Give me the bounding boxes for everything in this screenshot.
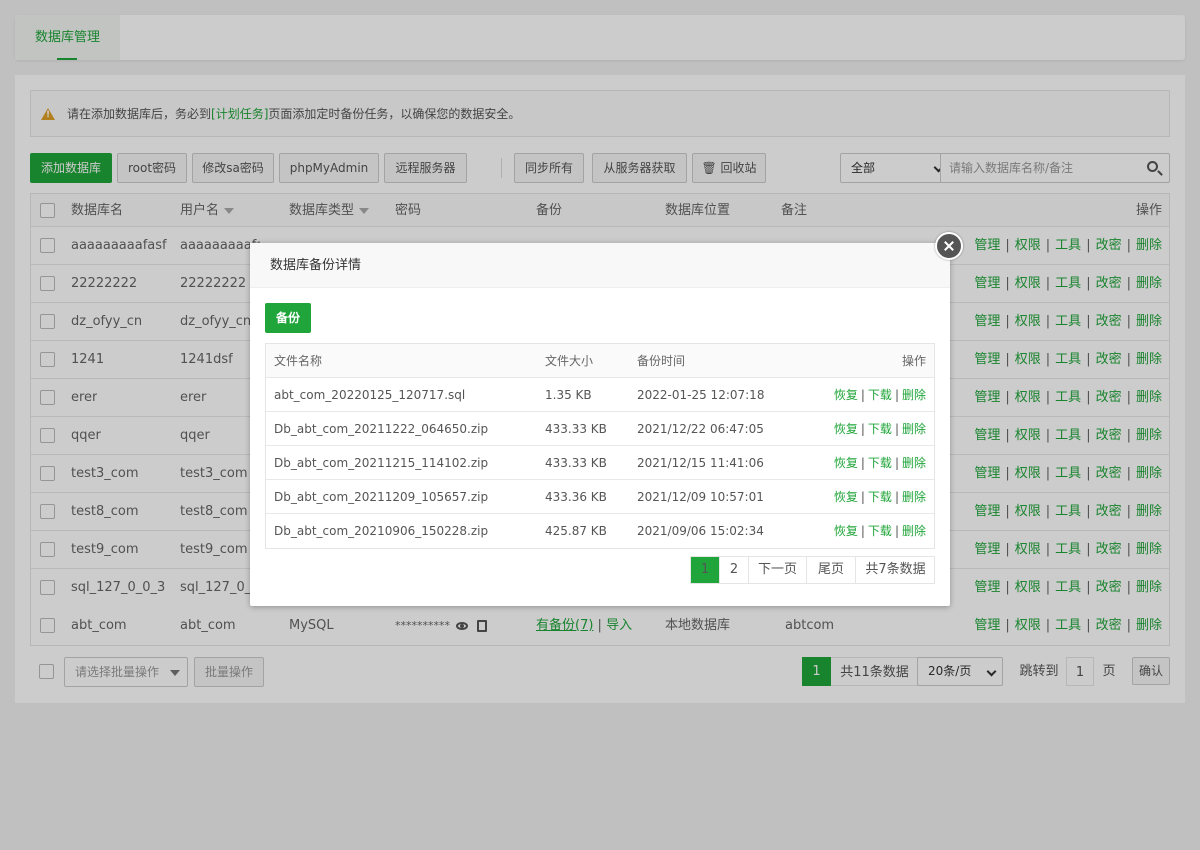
restore-link[interactable]: 恢复 bbox=[834, 388, 858, 402]
restore-link[interactable]: 恢复 bbox=[834, 524, 858, 538]
header-file-name: 文件名称 bbox=[274, 354, 323, 368]
modal-pagination: 1 2 下一页 尾页 共7条数据 bbox=[690, 556, 935, 584]
backup-row: Db_abt_com_20211215_114102.zip 433.33 KB 2… bbox=[266, 446, 934, 480]
next-page-button[interactable]: 下一页 bbox=[749, 557, 807, 583]
backup-row: Db_abt_com_20210906_150228.zip 425.87 KB 2… bbox=[266, 514, 934, 548]
backup-time: 2021/12/22 06:47:05 bbox=[637, 422, 764, 436]
restore-link[interactable]: 恢复 bbox=[834, 422, 858, 436]
delete-link[interactable]: 删除 bbox=[902, 456, 926, 470]
backup-file-name: Db_abt_com_20211222_064650.zip bbox=[274, 422, 489, 436]
delete-link[interactable]: 删除 bbox=[902, 524, 926, 538]
download-link[interactable]: 下载 bbox=[868, 422, 892, 436]
backup-file-name: abt_com_20220125_120717.sql bbox=[274, 388, 466, 402]
header-file-size: 文件大小 bbox=[545, 354, 594, 368]
delete-link[interactable]: 删除 bbox=[902, 388, 926, 402]
restore-link[interactable]: 恢复 bbox=[834, 456, 858, 470]
backup-button[interactable]: 备份 bbox=[265, 303, 311, 333]
backup-file-name: Db_abt_com_20211215_114102.zip bbox=[274, 456, 489, 470]
modal-title: 数据库备份详情 bbox=[250, 243, 950, 288]
backup-file-size: 425.87 KB bbox=[545, 524, 607, 538]
backup-row-actions: 恢复 | 下载 | 删除 bbox=[833, 490, 926, 504]
close-icon[interactable] bbox=[935, 232, 963, 260]
page-1-button[interactable]: 1 bbox=[691, 557, 720, 583]
download-link[interactable]: 下载 bbox=[868, 388, 892, 402]
backup-file-size: 433.33 KB bbox=[545, 422, 607, 436]
backup-table-body: abt_com_20220125_120717.sql 1.35 KB 2022-0… bbox=[266, 378, 934, 548]
backup-table: 文件名称 文件大小 备份时间 操作 abt_com_20220125_12071… bbox=[265, 343, 935, 549]
header-actions: 操作 bbox=[901, 354, 926, 368]
backup-row-actions: 恢复 | 下载 | 删除 bbox=[833, 388, 926, 402]
download-link[interactable]: 下载 bbox=[868, 456, 892, 470]
backup-row: Db_abt_com_20211209_105657.zip 433.36 KB 2… bbox=[266, 480, 934, 514]
backup-file-name: Db_abt_com_20211209_105657.zip bbox=[274, 490, 489, 504]
backup-time: 2021/12/09 10:57:01 bbox=[637, 490, 764, 504]
page-2-button[interactable]: 2 bbox=[720, 557, 749, 583]
backup-table-header: 文件名称 文件大小 备份时间 操作 bbox=[266, 344, 934, 378]
delete-link[interactable]: 删除 bbox=[902, 422, 926, 436]
last-page-button[interactable]: 尾页 bbox=[807, 557, 856, 583]
backup-file-size: 1.35 KB bbox=[545, 388, 592, 402]
delete-link[interactable]: 删除 bbox=[902, 490, 926, 504]
backup-row: abt_com_20220125_120717.sql 1.35 KB 2022-0… bbox=[266, 378, 934, 412]
download-link[interactable]: 下载 bbox=[868, 490, 892, 504]
backup-row-actions: 恢复 | 下载 | 删除 bbox=[833, 524, 926, 538]
modal-total-count: 共7条数据 bbox=[865, 562, 926, 577]
backup-time: 2022-01-25 12:07:18 bbox=[637, 388, 765, 402]
backup-details-modal: 数据库备份详情 备份 文件名称 文件大小 备份时间 操作 abt_com_202… bbox=[250, 232, 963, 606]
restore-link[interactable]: 恢复 bbox=[834, 490, 858, 504]
backup-time: 2021/12/15 11:41:06 bbox=[637, 456, 764, 470]
backup-row-actions: 恢复 | 下载 | 删除 bbox=[833, 456, 926, 470]
backup-row-actions: 恢复 | 下载 | 删除 bbox=[833, 422, 926, 436]
backup-file-size: 433.36 KB bbox=[545, 490, 607, 504]
header-backup-time: 备份时间 bbox=[637, 354, 686, 368]
backup-file-size: 433.33 KB bbox=[545, 456, 607, 470]
download-link[interactable]: 下载 bbox=[868, 524, 892, 538]
backup-time: 2021/09/06 15:02:34 bbox=[637, 524, 764, 538]
backup-row: Db_abt_com_20211222_064650.zip 433.33 KB 2… bbox=[266, 412, 934, 446]
backup-file-name: Db_abt_com_20210906_150228.zip bbox=[274, 524, 489, 538]
